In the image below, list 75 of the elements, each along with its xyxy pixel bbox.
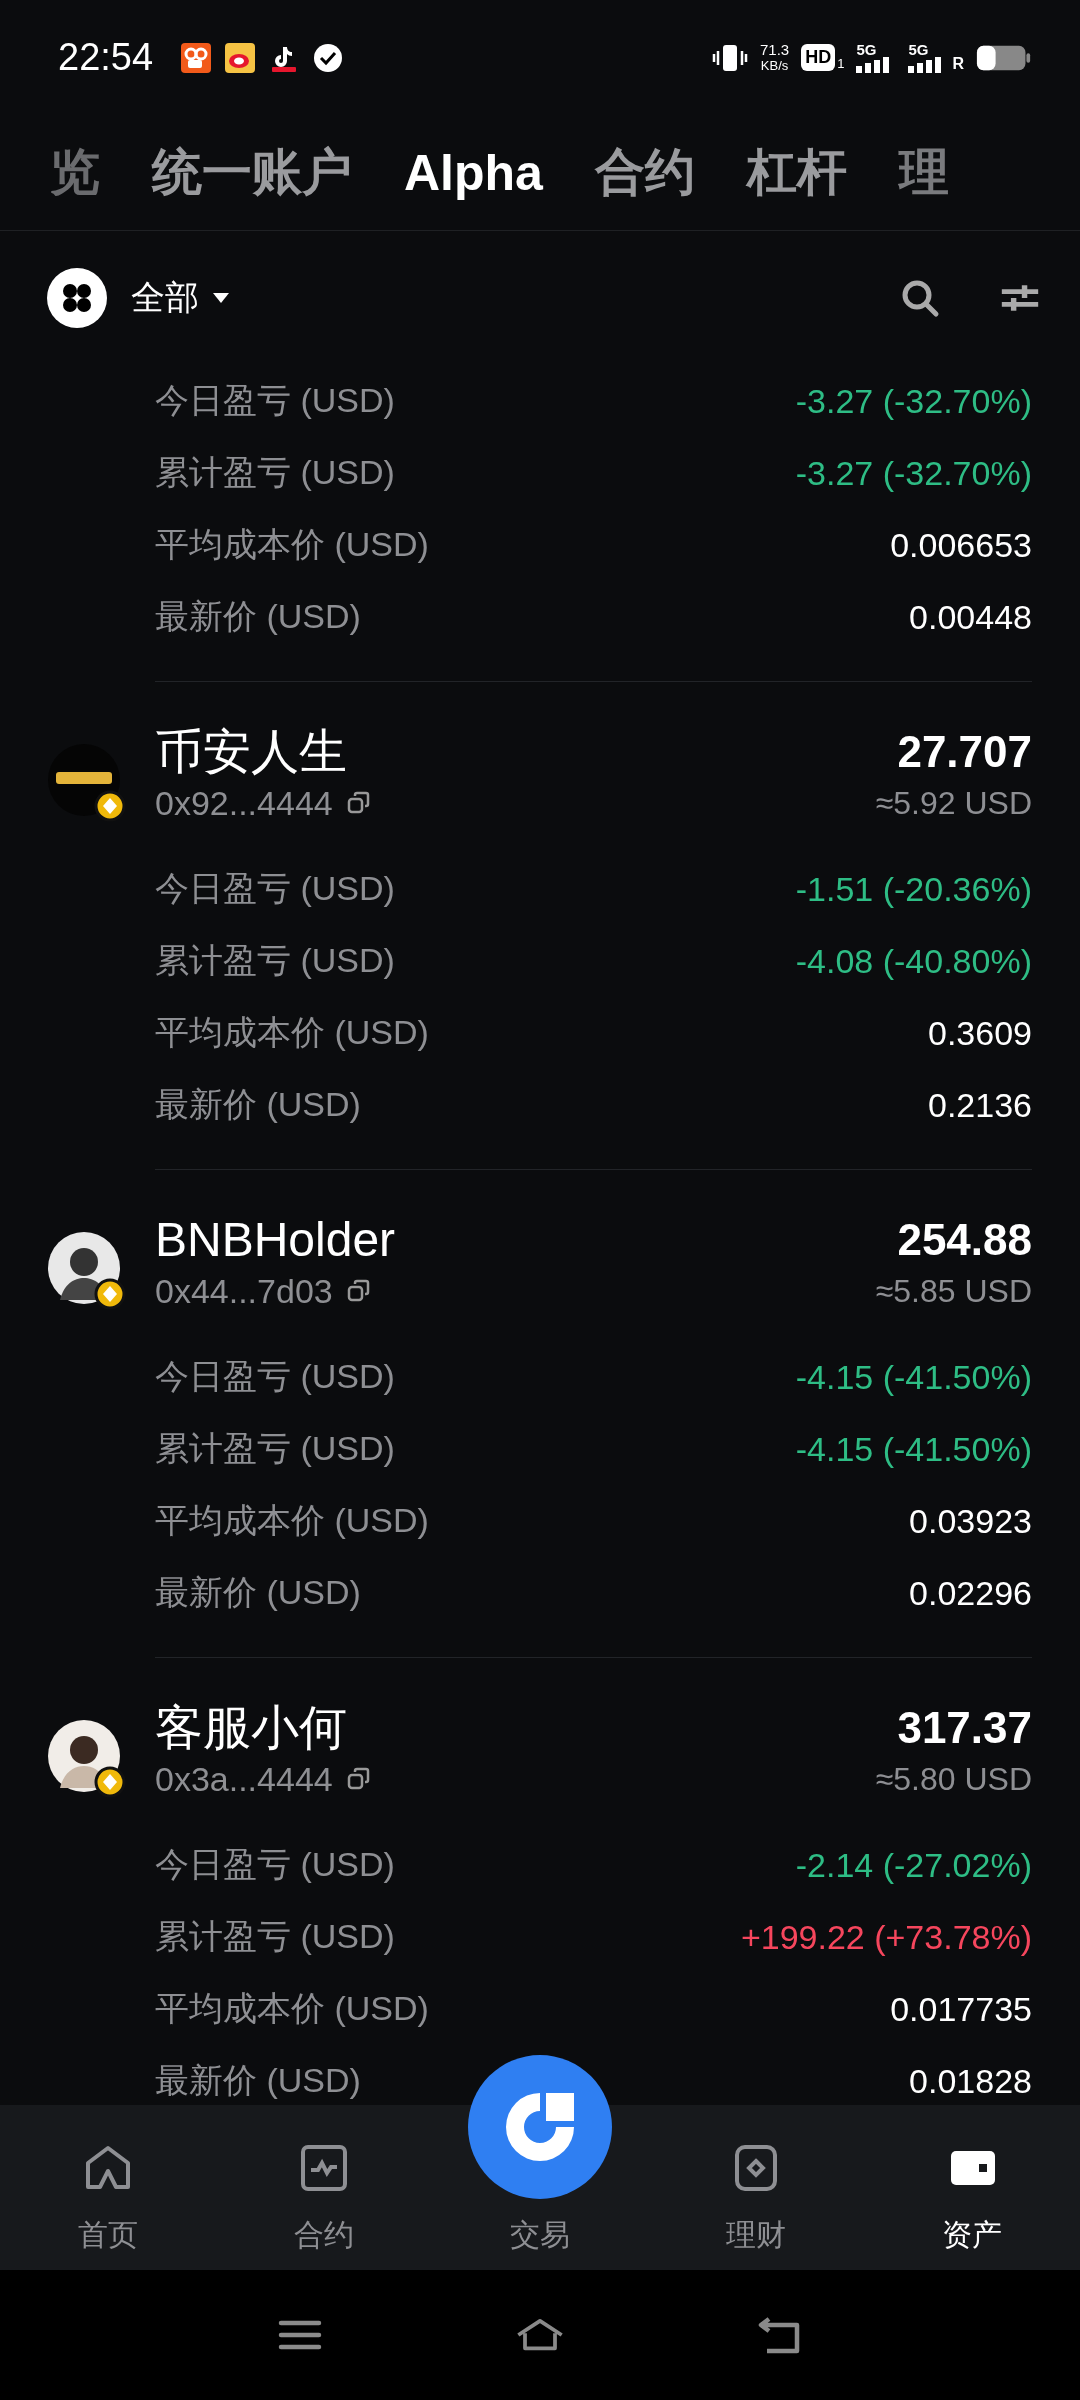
tab[interactable]: 览 — [50, 139, 100, 206]
metric-label: 累计盈亏 (USD) — [155, 940, 395, 981]
metric-label: 平均成本价 (USD) — [155, 524, 429, 565]
metric-value: 0.01828 — [909, 2061, 1032, 2101]
metric-value: -3.27 (-32.70%) — [795, 381, 1032, 421]
metric-label: 今日盈亏 (USD) — [155, 1356, 395, 1397]
check-circle-icon — [313, 42, 344, 73]
metric-label: 今日盈亏 (USD) — [155, 380, 395, 421]
search-icon[interactable] — [900, 278, 940, 318]
metric-label: 累计盈亏 (USD) — [155, 1428, 395, 1469]
app-notification-icon — [181, 42, 212, 73]
network-speed: 71.3 — [760, 41, 790, 58]
token-address: 0x44...7d03 — [155, 1271, 333, 1312]
metric-value: 0.2136 — [928, 1085, 1032, 1125]
token-name[interactable]: 币安人生 — [155, 724, 876, 780]
token-address: 0x92...4444 — [155, 783, 333, 824]
grid-icon[interactable] — [47, 268, 107, 328]
metric-value: 0.3609 — [928, 1013, 1032, 1053]
nav-item[interactable]: 首页 — [0, 2105, 216, 2270]
metric-value: -2.14 (-27.02%) — [795, 1845, 1032, 1885]
metric-label: 平均成本价 (USD) — [155, 1500, 429, 1541]
usd-value: ≈5.80 USD — [875, 1760, 1032, 1799]
token-name[interactable]: 客服小何 — [155, 1700, 876, 1756]
tab[interactable]: Alpha — [404, 143, 543, 202]
metric-value: -4.15 (-41.50%) — [795, 1357, 1032, 1397]
network-type: 5G — [908, 42, 929, 57]
copy-icon[interactable] — [346, 1279, 371, 1303]
metric-label: 最新价 (USD) — [155, 1084, 361, 1125]
copy-icon[interactable] — [346, 1767, 371, 1791]
metric-label: 今日盈亏 (USD) — [155, 1844, 395, 1885]
tab[interactable]: 杠杆 — [746, 139, 847, 206]
metric-label: 平均成本价 (USD) — [155, 1012, 429, 1053]
nav-item[interactable]: 交易 — [510, 2215, 570, 2256]
metric-value: +199.22 (+73.78%) — [740, 1917, 1032, 1957]
metric-value: -4.08 (-40.80%) — [795, 941, 1032, 981]
metric-label: 平均成本价 (USD) — [155, 1988, 429, 2029]
token-amount: 27.707 — [897, 726, 1032, 778]
metric-value: -3.27 (-32.70%) — [795, 453, 1032, 493]
token-address: 0x3a...4444 — [155, 1759, 333, 1800]
metric-label: 最新价 (USD) — [155, 596, 361, 637]
metric-label: 今日盈亏 (USD) — [155, 868, 395, 909]
filter-dropdown[interactable]: 全部 — [131, 275, 229, 321]
roaming-indicator: R — [952, 55, 964, 73]
copy-icon[interactable] — [346, 791, 371, 815]
chart-icon — [299, 2143, 349, 2193]
usd-value: ≈5.85 USD — [875, 1272, 1032, 1311]
token-amount: 254.88 — [897, 1214, 1032, 1266]
speed-unit: KB/s — [760, 57, 789, 74]
network-type: 5G — [856, 42, 877, 57]
metric-value: 0.017735 — [890, 1989, 1032, 2029]
tab[interactable]: 理 — [898, 139, 949, 206]
token-name[interactable]: BNBHolder — [155, 1212, 876, 1268]
status-time: 22:54 — [58, 36, 154, 79]
metric-label: 最新价 (USD) — [155, 2060, 361, 2101]
tab[interactable]: 合约 — [594, 139, 695, 206]
metric-value: 0.00448 — [909, 597, 1032, 637]
vibrate-icon — [712, 42, 748, 73]
metric-value: 0.02296 — [909, 1573, 1032, 1613]
nav-item[interactable]: 资产 — [864, 2105, 1080, 2270]
tab[interactable]: 统一账户 — [152, 139, 352, 206]
hd-badge: HD — [801, 44, 836, 71]
nav-item[interactable]: 理财 — [648, 2105, 864, 2270]
token-amount: 317.37 — [897, 1702, 1032, 1754]
metric-value: -4.15 (-41.50%) — [795, 1429, 1032, 1469]
metric-label: 最新价 (USD) — [155, 1572, 361, 1613]
nav-item[interactable]: 合约 — [216, 2105, 432, 2270]
usd-value: ≈5.92 USD — [875, 784, 1032, 823]
caret-icon — [213, 293, 229, 303]
metric-value: 0.006653 — [890, 525, 1032, 565]
metric-label: 累计盈亏 (USD) — [155, 452, 395, 493]
hd-sub: 1 — [837, 56, 845, 71]
metric-label: 累计盈亏 (USD) — [155, 1916, 395, 1957]
metric-value: 0.03923 — [909, 1501, 1032, 1541]
trade-button[interactable] — [468, 2055, 612, 2199]
metric-value: -1.51 (-20.36%) — [795, 869, 1032, 909]
